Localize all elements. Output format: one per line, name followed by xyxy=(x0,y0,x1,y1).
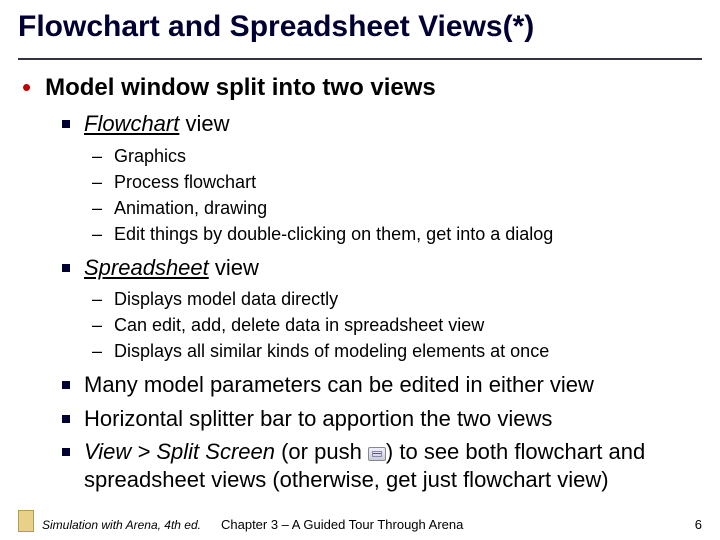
lvl3-item: –Displays all similar kinds of modeling … xyxy=(92,339,702,363)
bullet-list-level2: Spreadsheet view xyxy=(18,254,702,282)
lvl3-item: –Animation, drawing xyxy=(92,196,702,220)
footer: Simulation with Arena, 4th ed. Chapter 3… xyxy=(0,510,720,532)
footer-source: Simulation with Arena, 4th ed. xyxy=(42,518,201,532)
slide-title: Flowchart and Spreadsheet Views(*) xyxy=(18,10,702,44)
bullet-dash: – xyxy=(92,313,102,337)
bullet-dash: – xyxy=(92,196,102,220)
bullet-square xyxy=(62,415,70,423)
bullet-list-level3-sheet: –Displays model data directly –Can edit,… xyxy=(18,287,702,363)
book-thumb-icon xyxy=(18,510,34,532)
lvl3-item: –Graphics xyxy=(92,144,702,168)
bullet-dash: – xyxy=(92,339,102,363)
lvl2-text: Spreadsheet view xyxy=(84,254,259,282)
bullet-list-level1: • Model window split into two views xyxy=(18,74,702,102)
slide: Flowchart and Spreadsheet Views(*) • Mod… xyxy=(0,0,720,540)
page-number: 6 xyxy=(695,517,702,532)
underlined-word: Flowchart xyxy=(84,111,179,136)
footer-chapter: Chapter 3 – A Guided Tour Through Arena xyxy=(221,517,463,532)
lvl3-item: –Edit things by double-clicking on them,… xyxy=(92,222,702,246)
lvl2-text: View > Split Screen (or push ) to see bo… xyxy=(84,438,702,493)
lvl2-item-flowchart: Flowchart view xyxy=(62,110,702,138)
plain-word: view xyxy=(179,111,229,136)
bullet-list-level2: Many model parameters can be edited in e… xyxy=(18,371,702,493)
lvl3-text: Displays all similar kinds of modeling e… xyxy=(114,339,549,363)
lvl3-text: Edit things by double-clicking on them, … xyxy=(114,222,553,246)
bullet-square xyxy=(62,381,70,389)
bullet-dash: – xyxy=(92,287,102,311)
lvl3-text: Can edit, add, delete data in spreadshee… xyxy=(114,313,484,337)
lvl3-item: –Displays model data directly xyxy=(92,287,702,311)
split-screen-icon xyxy=(368,447,386,461)
bullet-square xyxy=(62,264,70,272)
lvl3-text: Displays model data directly xyxy=(114,287,338,311)
lvl3-text: Process flowchart xyxy=(114,170,256,194)
lvl2-text: Many model parameters can be edited in e… xyxy=(84,371,594,399)
bullet-square xyxy=(62,448,70,456)
bullet-dash: – xyxy=(92,144,102,168)
title-divider xyxy=(18,58,702,60)
bullet-dash: – xyxy=(92,222,102,246)
lvl2-item-splitter: Horizontal splitter bar to apportion the… xyxy=(62,405,702,433)
plain-word: view xyxy=(209,255,259,280)
bullet-square xyxy=(62,120,70,128)
lvl1-text: Model window split into two views xyxy=(45,74,436,102)
lvl2-item-viewsplit: View > Split Screen (or push ) to see bo… xyxy=(62,438,702,493)
underlined-word: Spreadsheet xyxy=(84,255,209,280)
lvl2-text: Flowchart view xyxy=(84,110,229,138)
lvl3-text: Animation, drawing xyxy=(114,196,267,220)
lvl1-item: • Model window split into two views xyxy=(18,74,702,102)
plain-segment: (or push xyxy=(275,439,368,464)
bullet-list-level2: Flowchart view xyxy=(18,110,702,138)
lvl3-text: Graphics xyxy=(114,144,186,168)
lvl2-item-many: Many model parameters can be edited in e… xyxy=(62,371,702,399)
lvl3-item: –Can edit, add, delete data in spreadshe… xyxy=(92,313,702,337)
bullet-dash: – xyxy=(92,170,102,194)
lvl3-item: –Process flowchart xyxy=(92,170,702,194)
lvl2-text: Horizontal splitter bar to apportion the… xyxy=(84,405,552,433)
lvl2-item-spreadsheet: Spreadsheet view xyxy=(62,254,702,282)
bullet-list-level3-flow: –Graphics –Process flowchart –Animation,… xyxy=(18,144,702,246)
bullet-dot-red: • xyxy=(22,74,31,102)
menu-path-italic: View > Split Screen xyxy=(84,439,275,464)
